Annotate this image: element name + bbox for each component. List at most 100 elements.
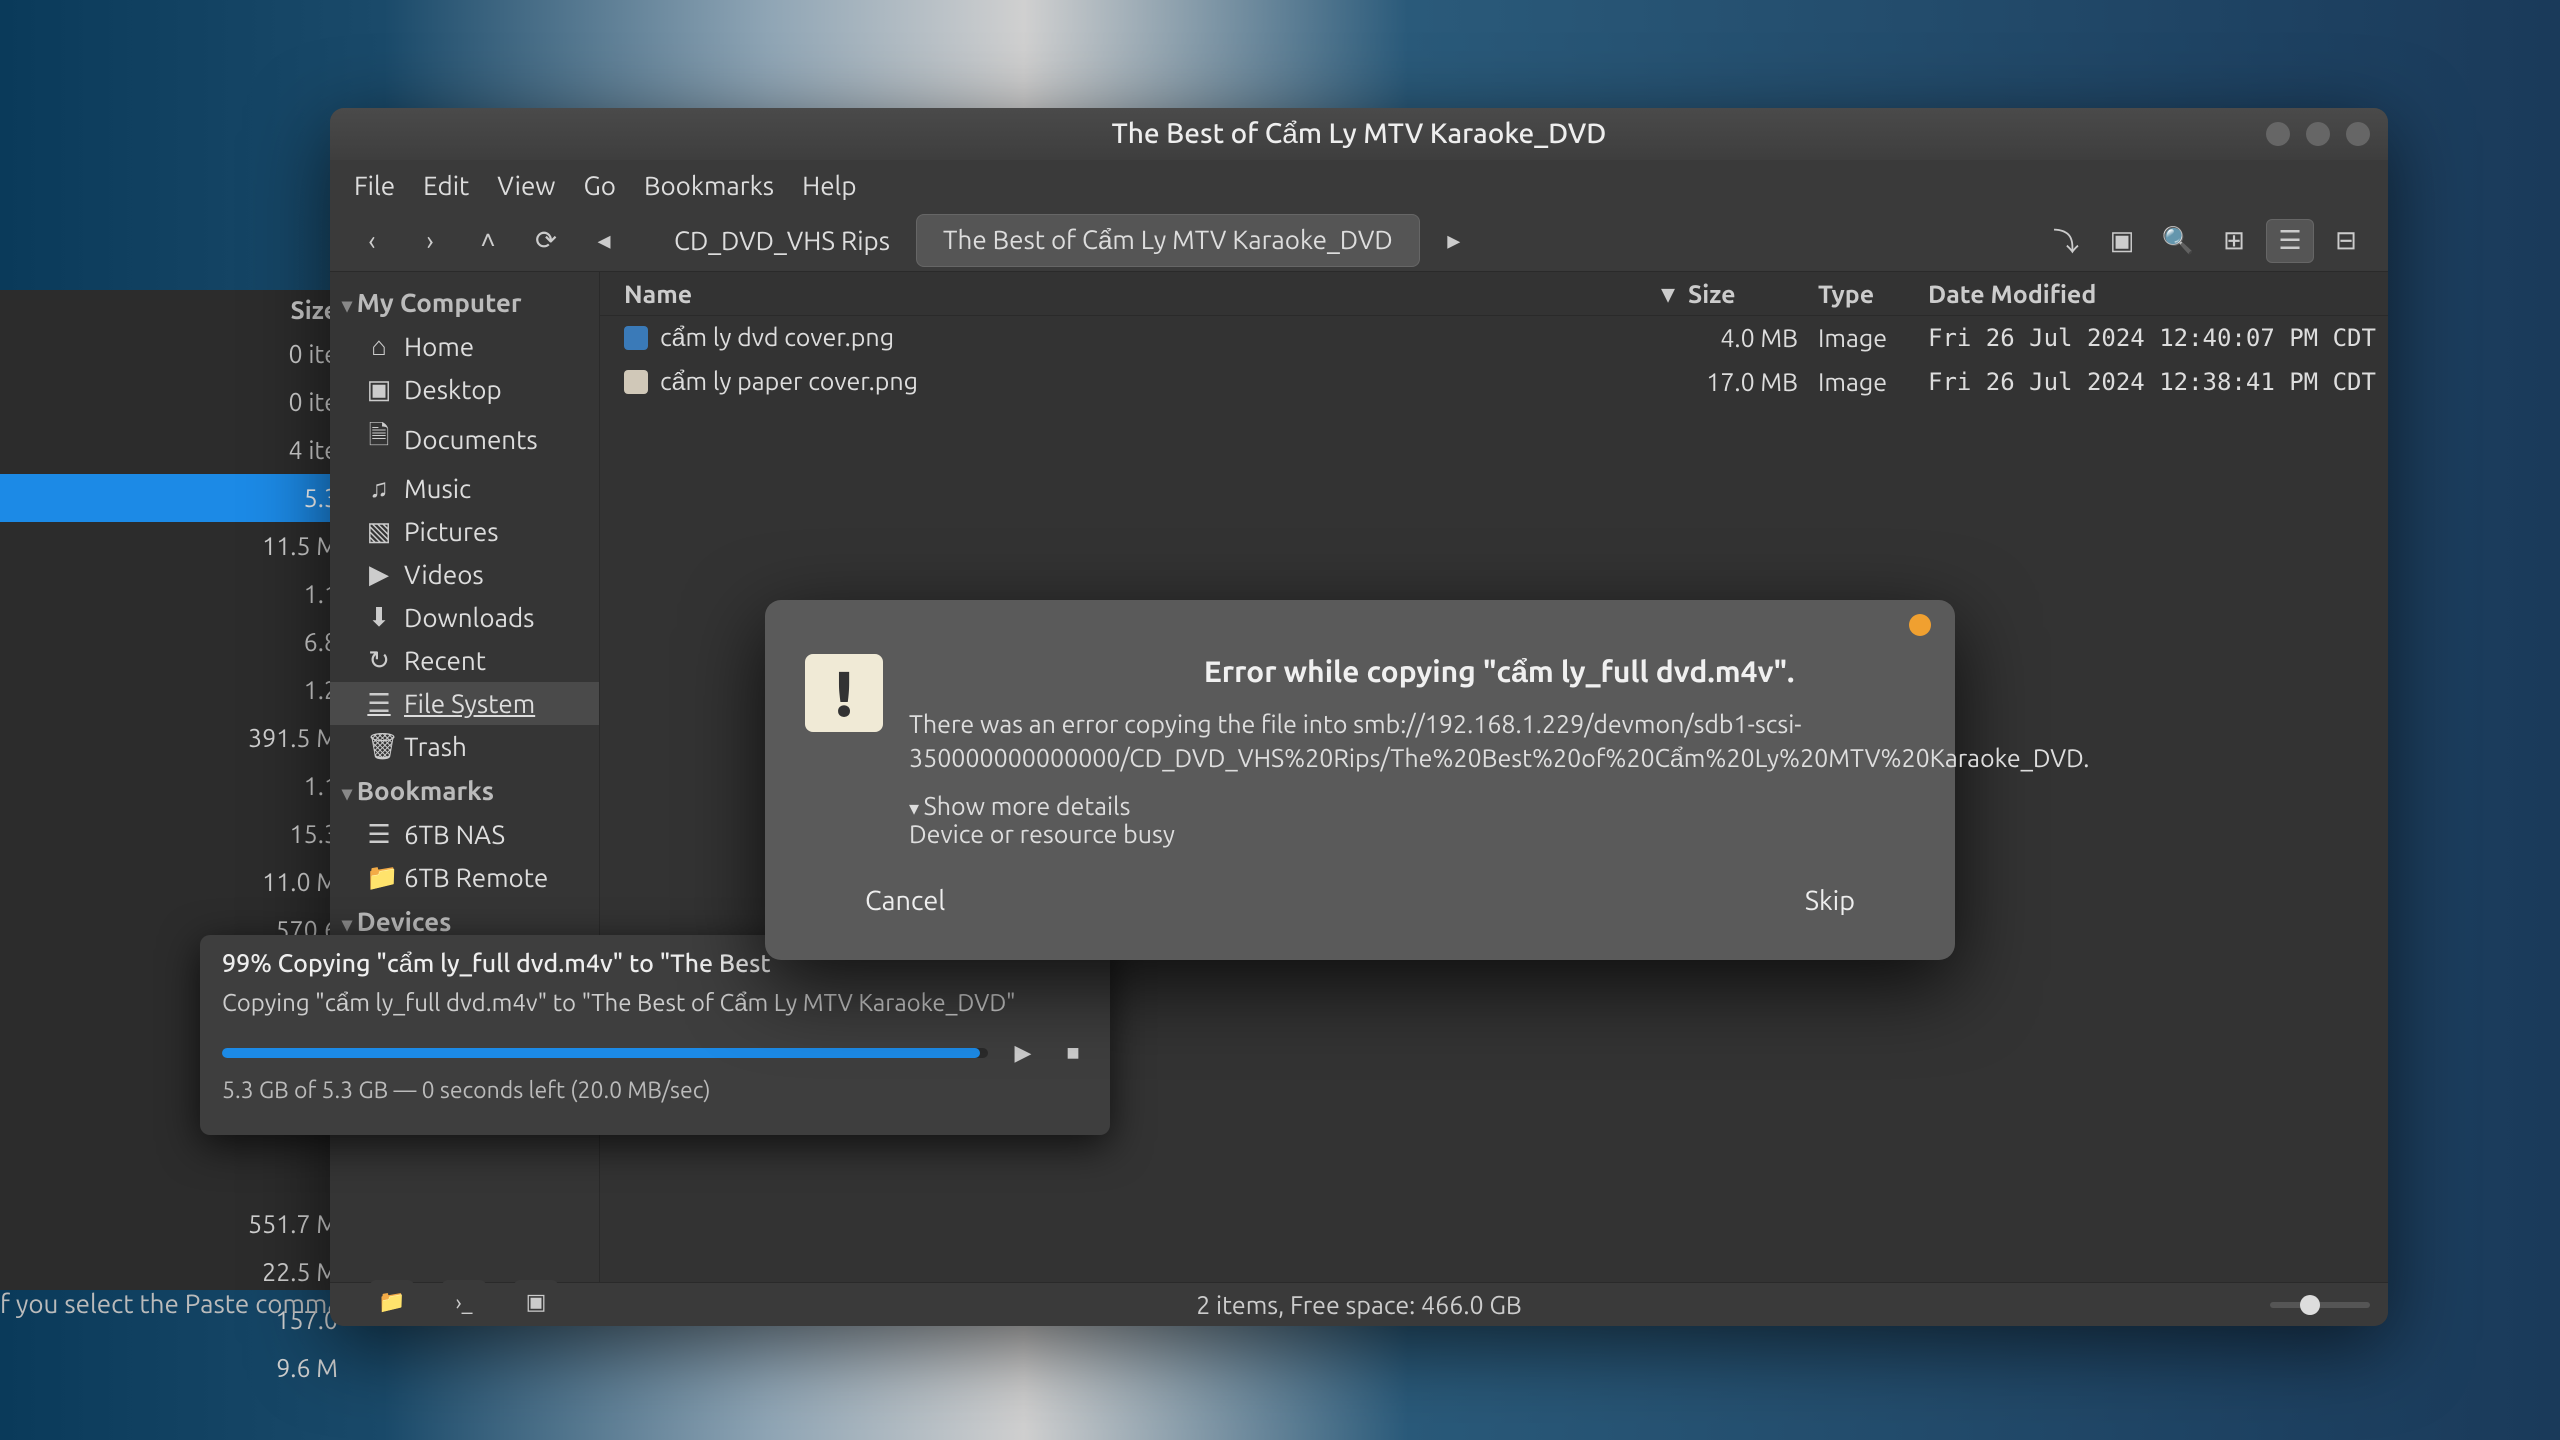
- maximize-button[interactable]: [2306, 122, 2330, 146]
- documents-icon: 🗎: [366, 417, 392, 461]
- sidebar-item-label: Downloads: [404, 603, 534, 632]
- taskbar: 📁 ›_ ▣: [370, 1280, 558, 1324]
- file-name: cẩm ly dvd cover.png: [660, 323, 894, 353]
- dialog-detail-text: Device or resource busy: [909, 820, 2089, 848]
- dialog-titlebar[interactable]: [765, 600, 1955, 644]
- file-date: Fri 26 Jul 2024 12:38:41 PM CDT: [1928, 368, 2388, 396]
- bg-size-row[interactable]: 0 ite: [0, 378, 360, 426]
- sidebar-item-desktop[interactable]: ▣Desktop: [330, 368, 599, 411]
- sidebar-item-label: Music: [404, 474, 471, 503]
- bg-size-row[interactable]: 11.5 M: [0, 522, 360, 570]
- file-size: 17.0 MB: [1688, 368, 1818, 396]
- dialog-close-button[interactable]: [1909, 614, 1931, 636]
- bg-size-row[interactable]: 1.1: [0, 762, 360, 810]
- sidebar-item-music[interactable]: ♫ Music: [330, 467, 599, 510]
- sidebar-item-label: Home: [404, 332, 474, 361]
- sidebar-item-downloads[interactable]: ⬇Downloads: [330, 596, 599, 639]
- toolbar: ‹ › ˄ ⟳ ◂ CD_DVD_VHS RipsThe Best of Cẩm…: [330, 210, 2388, 272]
- toggle-path-button[interactable]: ⤵: [2042, 219, 2090, 263]
- bg-size-row[interactable]: 11.0 M: [0, 858, 360, 906]
- col-size[interactable]: Size: [1688, 280, 1818, 308]
- reload-button[interactable]: ⟳: [522, 219, 570, 263]
- warning-icon: !: [805, 654, 883, 732]
- menu-file[interactable]: File: [354, 171, 395, 200]
- bg-size-row[interactable]: 1.2: [0, 666, 360, 714]
- bg-size-row[interactable]: 5.3: [0, 474, 360, 522]
- sidebar-item-label: Trash: [404, 732, 467, 761]
- close-button[interactable]: [2346, 122, 2370, 146]
- bg-size-row[interactable]: 551.7 M: [0, 1200, 360, 1248]
- sidebar-item-label: 6TB NAS: [404, 820, 505, 849]
- sidebar-section-bookmarks[interactable]: Bookmarks: [330, 768, 599, 813]
- sidebar-section-my-computer[interactable]: My Computer: [330, 280, 599, 325]
- sidebar-item-label: Videos: [404, 560, 484, 589]
- menu-help[interactable]: Help: [802, 171, 857, 200]
- window-titlebar[interactable]: The Best of Cẩm Ly MTV Karaoke_DVD: [330, 108, 2388, 160]
- sidebar-item-recent[interactable]: ↻Recent: [330, 639, 599, 682]
- up-button[interactable]: ˄: [464, 219, 512, 263]
- play-button[interactable]: ▶: [1008, 1040, 1038, 1066]
- taskbar-app-icon[interactable]: ▣: [514, 1280, 558, 1324]
- skip-button[interactable]: Skip: [1765, 872, 1895, 930]
- breadcrumb-segment[interactable]: The Best of Cẩm Ly MTV Karaoke_DVD: [916, 214, 1420, 267]
- bg-size-row[interactable]: 0 ite: [0, 330, 360, 378]
- path-forward-button[interactable]: ▸: [1430, 219, 1478, 263]
- sidebar-item-home[interactable]: ⌂Home: [330, 325, 599, 368]
- sidebar-item-6tb-nas[interactable]: ☰6TB NAS: [330, 813, 599, 856]
- forward-button[interactable]: ›: [406, 219, 454, 263]
- copy-progress-bar: [222, 1048, 988, 1058]
- cancel-button[interactable]: Cancel: [825, 872, 985, 930]
- show-more-details-toggle[interactable]: Show more details: [909, 792, 2089, 820]
- bg-size-row[interactable]: 4 ite: [0, 426, 360, 474]
- file-type: Image: [1818, 324, 1928, 352]
- paste-hint-text: f you select the Paste command: [0, 1289, 371, 1318]
- menubar: File Edit View Go Bookmarks Help: [330, 160, 2388, 210]
- path-back-button[interactable]: ◂: [580, 219, 628, 263]
- bg-size-row[interactable]: 6.8: [0, 618, 360, 666]
- col-name[interactable]: Name: [600, 280, 1648, 308]
- sidebar-item-label: Pictures: [404, 517, 498, 546]
- bg-size-row[interactable]: 391.5 M: [0, 714, 360, 762]
- icon-view-button[interactable]: ⊞: [2210, 219, 2258, 263]
- sidebar-item-label: Desktop: [404, 375, 502, 404]
- file-type: Image: [1818, 368, 1928, 396]
- taskbar-terminal-icon[interactable]: ›_: [442, 1280, 486, 1324]
- taskbar-files-icon[interactable]: 📁: [370, 1280, 414, 1324]
- dialog-heading: Error while copying "cẩm ly_full dvd.m4v…: [909, 654, 2089, 690]
- sidebar-item-videos[interactable]: ▶Videos: [330, 553, 599, 596]
- list-view-button[interactable]: ☰: [2266, 219, 2314, 263]
- sort-indicator-icon[interactable]: ▾: [1648, 279, 1688, 308]
- file-name: cẩm ly paper cover.png: [660, 367, 918, 397]
- file-row[interactable]: cẩm ly paper cover.png 17.0 MBImageFri 26…: [600, 360, 2388, 404]
- sidebar-item-trash[interactable]: 🗑Trash: [330, 725, 599, 768]
- sidebar-item-label: File System: [404, 689, 535, 718]
- file-row[interactable]: cẩm ly dvd cover.png4.0 MBImageFri 26 Ju…: [600, 316, 2388, 360]
- sidebar-item-file-system[interactable]: ☰File System: [330, 682, 599, 725]
- dialog-message: There was an error copying the file into…: [909, 708, 2089, 776]
- bg-size-row[interactable]: 9.6 M: [0, 1344, 360, 1392]
- col-date[interactable]: Date Modified: [1928, 280, 2388, 308]
- bg-size-row[interactable]: 15.3: [0, 810, 360, 858]
- music-icon: ♫: [366, 473, 392, 504]
- bg-size-row[interactable]: 1.1: [0, 570, 360, 618]
- stop-button[interactable]: ■: [1058, 1040, 1088, 1066]
- bg-size-header: Size: [0, 290, 360, 330]
- search-button[interactable]: 🔍: [2154, 219, 2202, 263]
- sidebar-item-documents[interactable]: 🗎Documents: [330, 411, 599, 467]
- menu-bookmarks[interactable]: Bookmarks: [644, 171, 774, 200]
- minimize-button[interactable]: [2266, 122, 2290, 146]
- menu-edit[interactable]: Edit: [423, 171, 469, 200]
- window-title: The Best of Cẩm Ly MTV Karaoke_DVD: [1112, 118, 1607, 150]
- sidebar-item-pictures[interactable]: ▧Pictures: [330, 510, 599, 553]
- menu-go[interactable]: Go: [583, 171, 615, 200]
- menu-view[interactable]: View: [497, 171, 555, 200]
- file-list-header[interactable]: Name ▾ Size Type Date Modified: [600, 272, 2388, 316]
- new-terminal-button[interactable]: ▣: [2098, 219, 2146, 263]
- sidebar-item-6tb-remote[interactable]: 📁6TB Remote: [330, 856, 599, 899]
- zoom-slider[interactable]: [2270, 1302, 2370, 1308]
- col-type[interactable]: Type: [1818, 280, 1928, 308]
- back-button[interactable]: ‹: [348, 219, 396, 263]
- copy-subtitle: Copying "cẩm ly_full dvd.m4v" to "The Be…: [222, 989, 1088, 1018]
- compact-view-button[interactable]: ⊟: [2322, 219, 2370, 263]
- breadcrumb-segment[interactable]: CD_DVD_VHS Rips: [648, 216, 916, 265]
